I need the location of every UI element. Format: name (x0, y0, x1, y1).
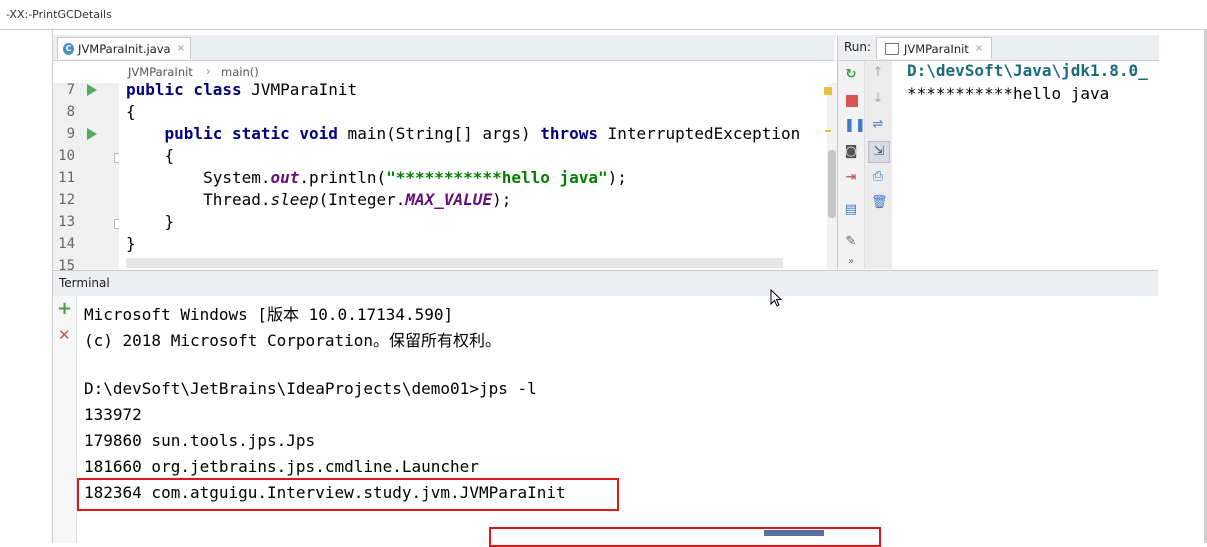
tab-label: JVMParaInit.java (78, 41, 171, 56)
run-method-icon[interactable] (87, 128, 97, 140)
code-text: ); (607, 168, 627, 187)
code-method: sleep (270, 190, 319, 209)
trash-icon[interactable]: 🗑 (871, 196, 888, 210)
breadcrumb-class[interactable]: JVMParaInit (128, 65, 193, 79)
tab-close-icon[interactable]: × (177, 43, 185, 54)
arrow-down-icon[interactable]: ↓ (871, 92, 885, 106)
code-string: "***********hello java" (386, 168, 608, 187)
rerun-icon[interactable]: ↻ (844, 68, 858, 82)
code-text: System. (203, 168, 271, 187)
code-text: InterruptedException (598, 124, 801, 143)
breadcrumb: JVMParaInit › main() (53, 61, 835, 83)
terminal-title: Terminal (59, 276, 110, 290)
soft-wrap-icon[interactable]: ⇌ (871, 118, 885, 132)
code-line-9: public static void main(String[] args) t… (126, 124, 801, 144)
arrow-up-icon[interactable]: ↑ (871, 66, 885, 80)
line-number: 10 (58, 148, 75, 164)
scroll-to-end-icon[interactable]: ⇲ (868, 141, 890, 163)
run-tab-jvmparainit[interactable]: JVMParaInit × (876, 37, 992, 59)
run-tab-label: JVMParaInit (904, 41, 969, 56)
run-panel-header: Run: JVMParaInit × (837, 35, 1159, 61)
code-text: Thread. (203, 190, 271, 209)
run-class-icon[interactable] (87, 84, 97, 96)
code-keyword: public class (126, 83, 242, 99)
code-text: ); (492, 190, 512, 209)
terminal-line: 133972 (84, 405, 142, 424)
warning-stripe-icon[interactable] (825, 130, 831, 132)
code-text: (Integer. (318, 190, 406, 209)
camera-icon[interactable]: ◙ (844, 145, 858, 159)
code-line-10: { (126, 146, 175, 165)
editor-horizontal-scrollbar[interactable] (126, 258, 783, 268)
code-keyword: throws (540, 124, 599, 143)
warning-marker-icon[interactable] (824, 87, 832, 95)
line-number: 12 (58, 192, 75, 208)
print-icon[interactable]: ⎙ (871, 170, 885, 184)
selection-bar (764, 530, 824, 536)
pin-icon[interactable]: ✎ (844, 235, 858, 249)
code-editor[interactable]: public class JVMParaInit { public static… (119, 83, 827, 269)
run-command-line: D:\devSoft\Java\jdk1.8.0_ (907, 61, 1148, 80)
window-title: -XX:-PrintGCDetails (6, 8, 112, 21)
mouse-cursor-icon (770, 289, 782, 307)
code-line-12: Thread.sleep(Integer.MAX_VALUE); (126, 190, 511, 210)
code-line-11: System.out.println("***********hello jav… (126, 168, 627, 188)
run-tab-close-icon[interactable]: × (975, 43, 983, 54)
code-text: .println( (299, 168, 387, 187)
code-line-13: } (126, 212, 175, 231)
run-label: Run: (844, 40, 872, 54)
line-number: 7 (66, 82, 75, 98)
terminal-line: (c) 2018 Microsoft Corporation。保留所有权利。 (84, 331, 501, 350)
stop-icon[interactable] (845, 94, 859, 108)
console-icon (885, 43, 899, 55)
code-field: out (270, 168, 300, 187)
run-toolbar-secondary: ↑ ↓ ⇌ ⇲ ⎙ 🗑 (864, 61, 893, 269)
terminal-line: Microsoft Windows [版本 10.0.17134.590] (84, 305, 454, 324)
layout-icon[interactable]: ▤ (844, 203, 858, 217)
close-terminal-icon[interactable]: ✕ (58, 326, 71, 344)
tab-jvmparainit-java[interactable]: C JVMParaInit.java × (57, 37, 191, 59)
left-tool-strip (0, 30, 53, 543)
code-line-7: public class JVMParaInit (126, 83, 357, 100)
pause-icon[interactable]: ❚❚ (844, 119, 866, 133)
breadcrumb-separator-icon: › (206, 64, 211, 78)
terminal-line: D:\devSoft\JetBrains\IdeaProjects\demo01… (84, 379, 537, 398)
exit-icon[interactable]: ⇥ (844, 171, 858, 185)
terminal-line: 179860 sun.tools.jps.Jps (84, 431, 316, 450)
java-class-icon: C (63, 42, 75, 55)
line-number: 11 (58, 170, 75, 186)
editor-tab-bar: C JVMParaInit.java × (53, 35, 835, 61)
code-field: MAX_VALUE (405, 190, 493, 209)
editor-gutter: 7 8 9 10 11 12 13 14 15 (53, 82, 123, 274)
code-text: main(String[] args) (337, 124, 541, 143)
terminal-line: 181660 org.jetbrains.jps.cmdline.Launche… (84, 457, 479, 476)
highlight-box (77, 478, 619, 511)
run-console-output[interactable]: D:\devSoft\Java\jdk1.8.0_ ***********hel… (892, 61, 1158, 269)
line-number: 14 (58, 236, 75, 252)
line-number: 8 (66, 104, 75, 120)
editor-scroll-thumb[interactable] (828, 150, 836, 218)
breadcrumb-method[interactable]: main() (221, 65, 259, 79)
code-text: JVMParaInit (241, 83, 358, 99)
code-line-8: { (126, 102, 136, 121)
line-number: 9 (66, 126, 75, 142)
terminal-toolbar: + ✕ (53, 296, 77, 543)
terminal-header: Terminal (53, 270, 1158, 297)
run-output-line: ***********hello java (907, 84, 1110, 103)
more-tools-icon[interactable]: » (844, 255, 858, 269)
code-line-14: } (126, 234, 136, 253)
new-terminal-icon[interactable]: + (57, 298, 72, 319)
window-title-bar: -XX:-PrintGCDetails (0, 0, 1207, 30)
run-toolbar-primary: ↻ ❚❚ ◙ ⇥ ▤ ✎ » (837, 61, 866, 269)
line-number: 13 (58, 214, 75, 230)
code-keyword: public static void (164, 124, 338, 143)
